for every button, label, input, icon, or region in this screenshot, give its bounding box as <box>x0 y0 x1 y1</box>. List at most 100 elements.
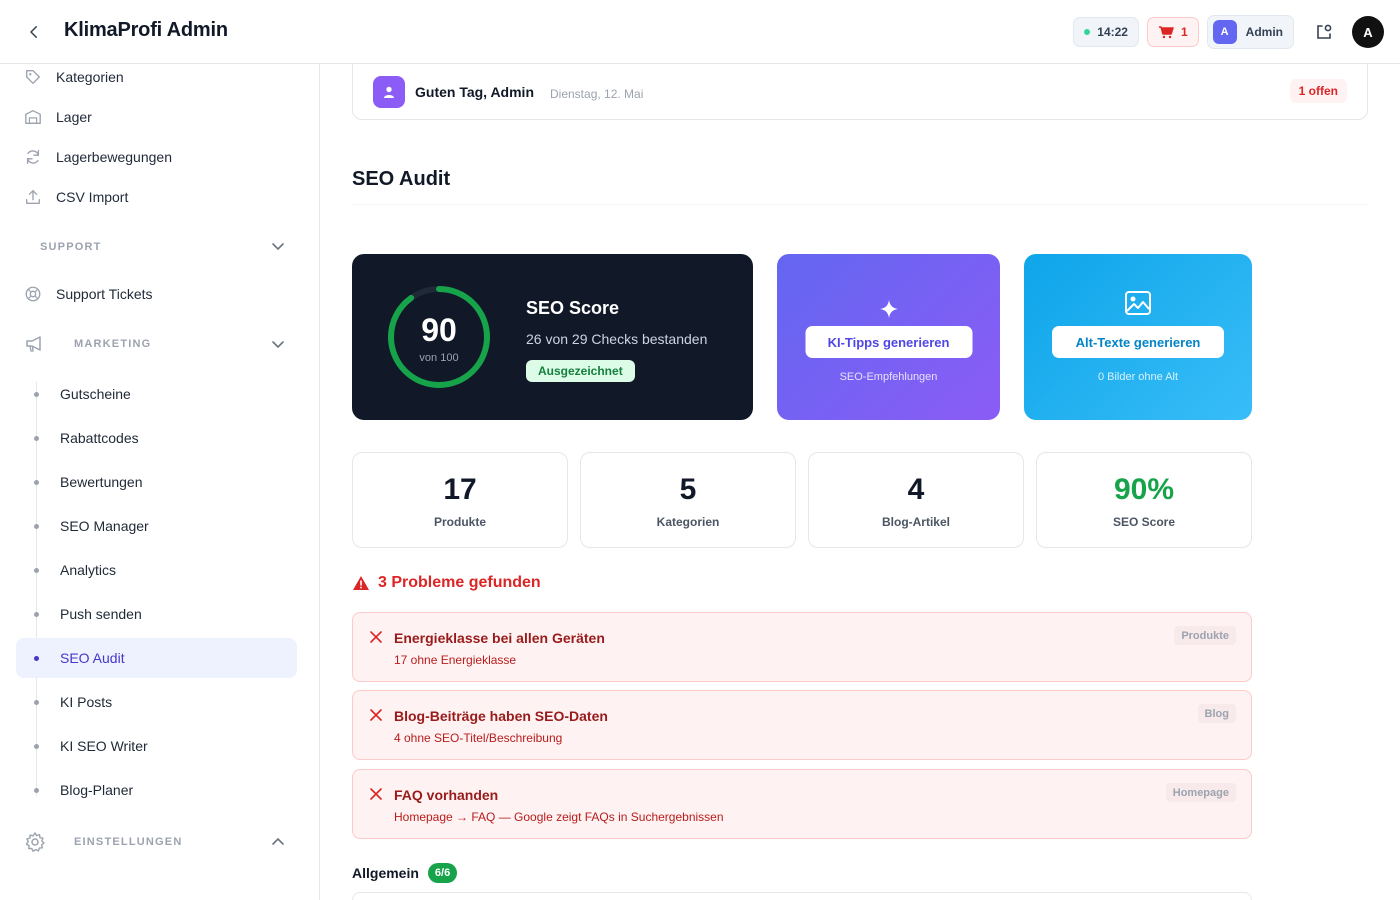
issue-card[interactable]: Blog-Beiträge haben SEO-Daten 4 ohne SEO… <box>352 690 1252 760</box>
support-icon <box>25 286 41 302</box>
sidebar-item-lager[interactable]: Lager <box>24 105 92 129</box>
admin-avatar: A <box>1212 20 1237 44</box>
user-icon <box>373 76 405 108</box>
general-section-title: Allgemein <box>352 865 419 881</box>
issue-tag: Blog <box>1197 704 1236 723</box>
stat-value: 5 <box>679 473 697 506</box>
score-rating-badge: Ausgezeichnet <box>526 360 635 382</box>
general-section-heading: Allgemein 6/6 <box>352 863 458 883</box>
clock-badge: 14:22 <box>1073 17 1139 47</box>
bullet-icon <box>34 523 39 529</box>
orders-count: 1 <box>1180 25 1188 39</box>
bullet-icon <box>34 479 39 485</box>
sidebar-item-gutscheine[interactable]: Gutscheine <box>16 374 297 414</box>
sidebar-item-seo-audit[interactable]: SEO Audit <box>16 638 297 678</box>
sidebar-item-label: SEO Audit <box>60 650 125 666</box>
score-max: von 100 <box>419 352 459 364</box>
stat-value: 4 <box>907 473 925 506</box>
ai-tips-card: KI-Tipps generieren SEO-Empfehlungen <box>777 254 1000 420</box>
score-description: 26 von 29 Checks bestanden <box>526 331 708 347</box>
sidebar-item-label: Push senden <box>60 606 142 622</box>
issue-title: Blog-Beiträge haben SEO-Daten <box>394 708 608 724</box>
gear-icon <box>25 832 45 852</box>
alt-text-card: Alt-Texte generieren 0 Bilder ohne Alt <box>1024 254 1252 420</box>
issue-description: Homepage → FAQ — Google zeigt FAQs in Su… <box>394 810 724 824</box>
issue-description: 17 ohne Energieklasse <box>394 653 517 667</box>
sidebar-item-label: Support Tickets <box>56 286 153 302</box>
issue-card[interactable]: Energieklasse bei allen Geräten 17 ohne … <box>352 612 1252 682</box>
chevron-down-icon[interactable] <box>271 337 285 351</box>
section-support: SUPPORT <box>40 241 102 253</box>
stat-label: Kategorien <box>656 515 720 529</box>
user-avatar[interactable]: A <box>1352 16 1384 48</box>
sidebar-item-ki-posts[interactable]: KI Posts <box>16 682 297 722</box>
sidebar-item-csv-import[interactable]: CSV Import <box>24 185 128 209</box>
generate-ai-tips-button[interactable]: KI-Tipps generieren <box>805 326 972 358</box>
warehouse-icon <box>25 110 41 124</box>
sidebar-item-label: Gutscheine <box>60 386 131 402</box>
sidebar-item-analytics[interactable]: Analytics <box>16 550 297 590</box>
sidebar-item-label: Blog-Planer <box>60 782 134 798</box>
sidebar-item-bewertungen[interactable]: Bewertungen <box>16 462 297 502</box>
back-arrow-icon[interactable] <box>22 20 46 44</box>
cart-icon <box>1158 26 1174 39</box>
top-bar: KlimaProfi Admin 14:22 1 A Admin A <box>0 0 1400 64</box>
sidebar-item-label: Lagerbewegungen <box>56 149 172 165</box>
sidebar-item-push-senden[interactable]: Push senden <box>16 594 297 634</box>
stat-label: Blog-Artikel <box>881 515 950 529</box>
generate-alt-texts-button[interactable]: Alt-Texte generieren <box>1052 326 1224 358</box>
clock-time: 14:22 <box>1097 25 1128 39</box>
online-dot-icon <box>1084 29 1091 35</box>
image-icon <box>1125 291 1151 315</box>
bullet-icon <box>34 435 39 441</box>
sidebar-item-label: KI Posts <box>60 694 113 710</box>
sidebar-item-label: Kategorien <box>56 69 124 85</box>
sidebar-item-kategorien[interactable]: Kategorien <box>24 65 124 89</box>
stat-card-products: 17 Produkte <box>352 452 568 548</box>
tag-icon <box>26 70 40 84</box>
greeting-date: Dienstag, 12. Mai <box>550 87 644 101</box>
general-checks-card <box>352 892 1252 900</box>
stat-card-seo-score: 90% SEO Score <box>1036 452 1252 548</box>
sidebar-item-lagerbewegungen[interactable]: Lagerbewegungen <box>24 145 172 169</box>
stat-card-categories: 5 Kategorien <box>580 452 796 548</box>
warning-icon <box>353 576 369 590</box>
stat-value: 17 <box>443 473 477 506</box>
problems-heading-text: 3 Probleme gefunden <box>378 574 541 591</box>
sparkle-icon <box>879 300 898 318</box>
sidebar-item-label: Lager <box>56 109 92 125</box>
sidebar-item-label: Bewertungen <box>60 474 143 490</box>
sidebar-item-label: KI SEO Writer <box>60 738 148 754</box>
issue-title: Energieklasse bei allen Geräten <box>394 630 605 646</box>
admin-menu[interactable]: A Admin <box>1206 15 1294 49</box>
open-shop-icon[interactable] <box>1312 20 1336 44</box>
sidebar-item-label: CSV Import <box>56 189 129 205</box>
megaphone-icon <box>26 336 41 352</box>
sidebar: Kategorien Lager Lagerbewegungen CSV Imp… <box>0 64 320 900</box>
bullet-icon <box>34 567 39 573</box>
score-value: 90 <box>421 312 457 348</box>
section-einstellungen-label: EINSTELLUNGEN <box>74 836 183 848</box>
bullet-icon <box>34 787 39 793</box>
close-icon <box>370 709 382 721</box>
section-marketing-label: MARKETING <box>74 338 152 350</box>
chevron-up-icon[interactable] <box>271 835 285 849</box>
orders-badge[interactable]: 1 <box>1146 17 1199 47</box>
open-tasks-badge[interactable]: 1 offen <box>1289 79 1347 103</box>
refresh-icon <box>26 150 40 164</box>
stat-label: Produkte <box>433 515 486 529</box>
sidebar-item-seo-manager[interactable]: SEO Manager <box>16 506 297 546</box>
sidebar-item-rabattcodes[interactable]: Rabattcodes <box>16 418 297 458</box>
chevron-down-icon[interactable] <box>271 239 285 253</box>
stat-label: SEO Score <box>1112 515 1176 529</box>
sidebar-item-blog-planer[interactable]: Blog-Planer <box>16 770 297 810</box>
sidebar-item-label: Analytics <box>60 562 117 578</box>
sidebar-item-label: Rabattcodes <box>60 430 139 446</box>
issue-card[interactable]: FAQ vorhanden Homepage → FAQ — Google ze… <box>352 769 1252 839</box>
ai-tips-subtitle: SEO-Empfehlungen <box>839 371 938 383</box>
section-marketing[interactable]: MARKETING <box>24 332 290 356</box>
sidebar-item-ki-seo-writer[interactable]: KI SEO Writer <box>16 726 297 766</box>
section-einstellungen[interactable]: EINSTELLUNGEN <box>24 830 290 854</box>
problems-heading: 3 Probleme gefunden <box>352 574 541 592</box>
sidebar-item-support-tickets[interactable]: Support Tickets <box>24 282 153 306</box>
